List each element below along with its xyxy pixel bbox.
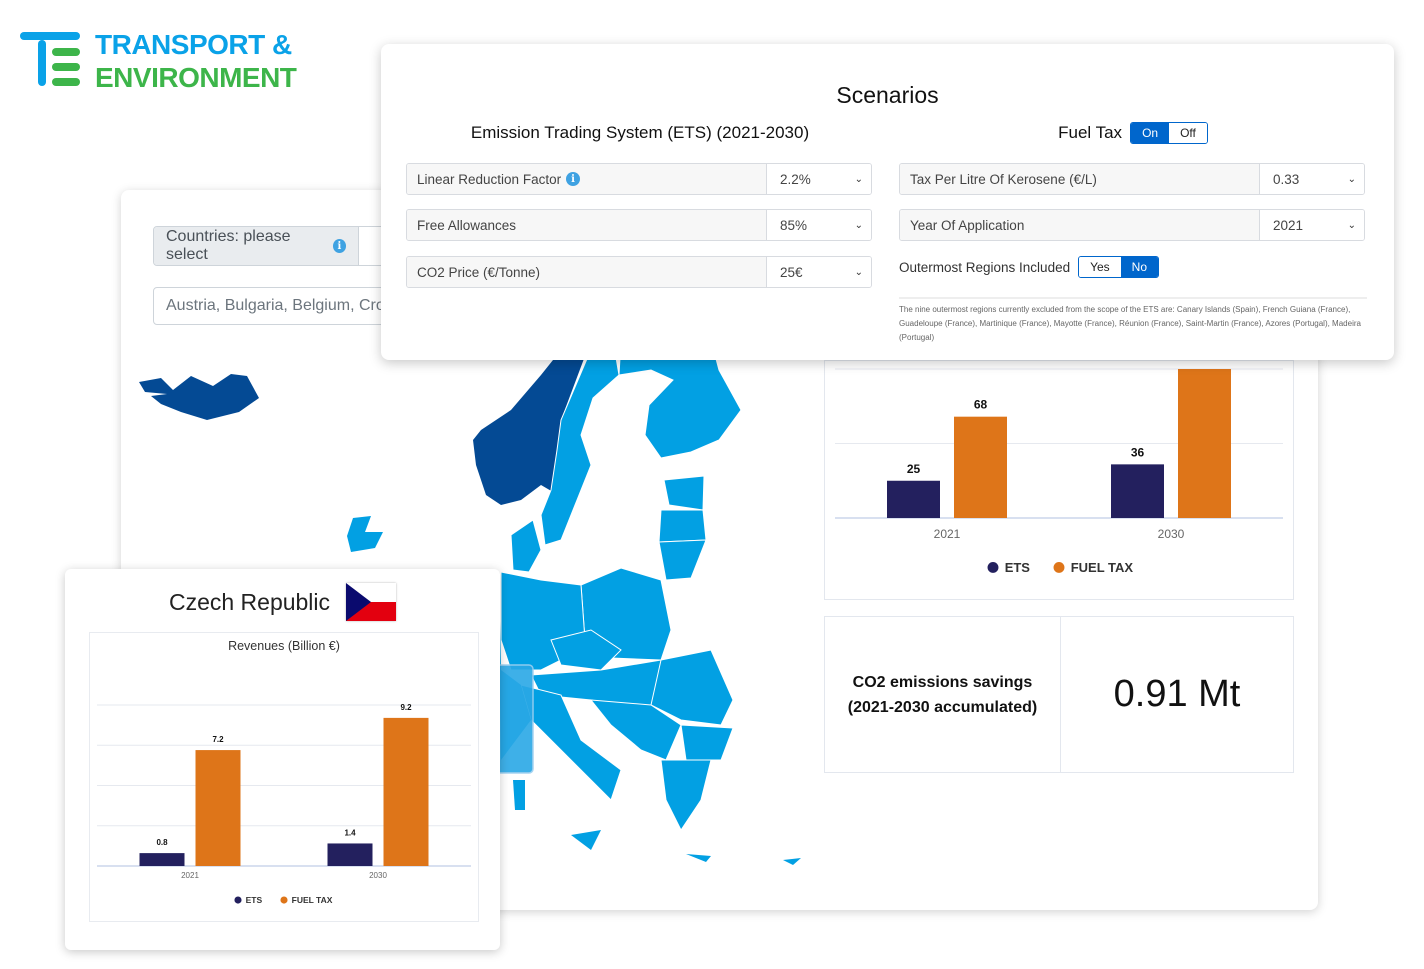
country-name: Czech Republic (168, 588, 331, 615)
map-lithuania (658, 539, 707, 581)
co2-savings-label-line1: CO2 emissions savings (852, 673, 1033, 691)
legend-item: ETS (1005, 560, 1031, 575)
year-of-application-value: 2021 (1273, 217, 1304, 233)
legend-marker (987, 561, 999, 573)
map-bulgaria (680, 724, 734, 761)
legend-marker (280, 896, 288, 904)
te-logo-icon (20, 32, 80, 86)
map-cyprus (783, 858, 801, 865)
kerosene-tax-label: Tax Per Litre Of Kerosene (€/L) (910, 171, 1097, 187)
free-allowances-value: 85% (780, 217, 808, 233)
linear-reduction-factor-label: Linear Reduction Factor (417, 171, 562, 187)
legend-item: ETS (246, 895, 263, 905)
fuel-tax-on-button[interactable]: On (1131, 123, 1170, 143)
free-allowances-select[interactable]: Free Allowances 85% ⌄ (406, 209, 872, 241)
legend-item: FUEL TAX (1071, 560, 1134, 575)
year-of-application-label: Year Of Application (910, 217, 1025, 233)
co2-savings-card: CO2 emissions savings (2021-2030 accumul… (824, 616, 1294, 773)
info-icon[interactable]: i (566, 172, 581, 186)
outermost-yes-button[interactable]: Yes (1079, 257, 1121, 277)
map-sardinia (513, 780, 525, 810)
logo-line-1: TRANSPORT & (95, 29, 292, 60)
co2-price-select[interactable]: CO2 Price (€/Tonne) 25€ ⌄ (406, 256, 872, 288)
revenues-bar-chart: 0.8 7.2 2021 1.4 9.2 2030 ETS FUEL TAX (97, 703, 471, 905)
map-latvia (658, 509, 707, 543)
legend-item: FUEL TAX (292, 895, 333, 905)
outermost-no-button[interactable]: No (1120, 257, 1159, 277)
transport-environment-logo[interactable]: TRANSPORT & ENVIRONMENT (20, 29, 310, 93)
data-label: 25 (907, 462, 921, 476)
emissions-bar-chart: 25 68 2021 36 2030 ETS FUEL TAX (835, 368, 1283, 575)
logo-line-2: ENVIRONMENT (95, 62, 297, 93)
info-icon[interactable]: i (332, 239, 346, 253)
bar-ets-2030 (327, 843, 373, 866)
outermost-regions-toggle[interactable]: Yes No (1078, 256, 1160, 278)
fuel-tax-off-button[interactable]: Off (1169, 123, 1207, 143)
co2-price-value: 25€ (780, 264, 803, 280)
revenues-chart-card: Revenues (Billion €) 0.8 7.2 2021 1.4 9.2 203… (89, 632, 479, 922)
outermost-regions-note: The nine outermost regions currently exc… (899, 297, 1367, 345)
bar-ets-2021 (139, 853, 185, 866)
country-detail-card: Czech Republic Revenues (Billion €) 0.8 7… (65, 569, 500, 950)
bar-fuel-tax-2030 (1178, 369, 1231, 518)
x-tick-label: 2021 (934, 527, 961, 541)
ets-section-title: Emission Trading System (ETS) (2021-2030… (470, 123, 810, 142)
year-of-application-select[interactable]: Year Of Application 2021 ⌄ (899, 209, 1365, 241)
map-estonia (663, 475, 705, 511)
chevron-down-icon: ⌄ (854, 173, 863, 185)
x-tick-label: 2030 (1158, 527, 1185, 541)
data-label: 68 (974, 398, 988, 412)
chevron-down-icon: ⌄ (1347, 219, 1356, 231)
fuel-tax-toggle[interactable]: On Off (1130, 122, 1208, 144)
map-sicily (571, 830, 601, 850)
emissions-chart-card: 25 68 2021 36 2030 ETS FUEL TAX (824, 360, 1294, 600)
map-ireland (347, 516, 383, 552)
countries-label: Countries: please select (166, 228, 291, 263)
czech-flag-icon (346, 583, 397, 621)
bar-fuel-tax-2030 (383, 717, 429, 866)
linear-reduction-factor-value: 2.2% (780, 171, 811, 187)
map-greece (660, 759, 712, 831)
map-denmark (510, 519, 542, 573)
co2-price-label: CO2 Price (€/Tonne) (417, 264, 541, 280)
chevron-down-icon: ⌄ (854, 219, 863, 231)
kerosene-tax-select[interactable]: Tax Per Litre Of Kerosene (€/L) 0.33 ⌄ (899, 163, 1365, 195)
bar-fuel-tax-2021 (954, 416, 1007, 518)
data-label: 0.8 (156, 838, 168, 847)
scenarios-title: Scenarios (836, 82, 939, 108)
chevron-down-icon: ⌄ (1347, 173, 1356, 185)
co2-savings-value: 0.91 Mt (1113, 673, 1241, 715)
bar-fuel-tax-2021 (195, 750, 241, 866)
bar-ets-2030 (1111, 464, 1164, 518)
data-label: 7.2 (212, 735, 224, 744)
data-label: 36 (1131, 445, 1145, 459)
x-tick-label: 2021 (181, 871, 199, 880)
legend-marker (234, 896, 242, 904)
map-iceland (139, 374, 259, 420)
outermost-regions-label: Outermost Regions Included (899, 259, 1071, 275)
free-allowances-label: Free Allowances (417, 217, 517, 233)
kerosene-tax-value: 0.33 (1273, 171, 1300, 187)
linear-reduction-factor-select[interactable]: Linear Reduction Factor i 2.2% ⌄ (406, 163, 872, 195)
legend-marker (1053, 561, 1065, 573)
bar-ets-2021 (887, 480, 940, 518)
data-label: 1.4 (344, 828, 356, 837)
data-label: 9.2 (400, 703, 412, 712)
scenarios-panel: Scenarios Emission Trading System (ETS) … (381, 44, 1394, 360)
chevron-down-icon: ⌄ (854, 266, 863, 278)
fuel-tax-title: Fuel Tax (1058, 123, 1123, 142)
x-tick-label: 2030 (369, 871, 387, 880)
co2-savings-label-line2: (2021-2030 accumulated) (847, 698, 1038, 716)
map-crete (686, 854, 711, 862)
